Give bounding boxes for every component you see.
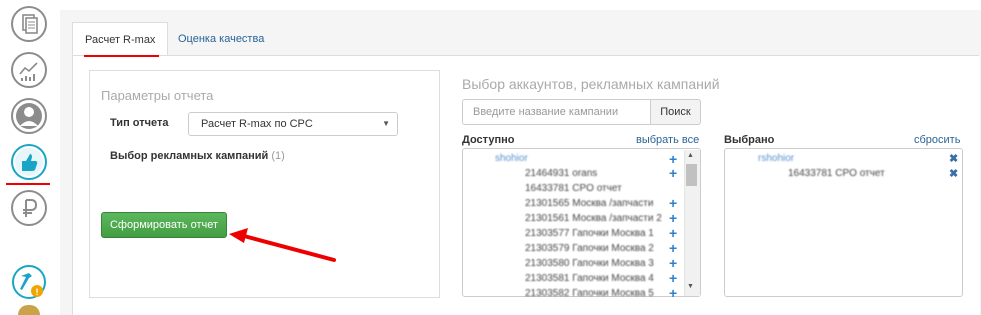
selected-label: Выбрано [724, 134, 775, 146]
list-item[interactable]: rshohior [758, 153, 794, 164]
add-icon[interactable]: + [669, 286, 677, 300]
add-icon[interactable]: + [669, 211, 677, 225]
list-item[interactable]: 21303581 Гапочки Москва 4 [525, 273, 654, 284]
list-item[interactable]: 21464931 orans [525, 168, 597, 179]
remove-icon[interactable]: ✖ [949, 168, 958, 180]
report-type-value: Расчет R-max по CPC [201, 118, 313, 130]
ruble-icon[interactable] [11, 190, 47, 226]
campaigns-selection-label: Выбор рекламных кампаний (1) [110, 150, 285, 162]
report-type-select[interactable]: Расчет R-max по CPC ▼ [188, 112, 398, 136]
list-item[interactable]: 21303579 Гапочки Москва 2 [525, 243, 654, 254]
add-icon[interactable]: + [669, 196, 677, 210]
add-icon[interactable]: + [669, 226, 677, 240]
list-item[interactable]: 21303582 Гапочки Москва 5 [525, 288, 654, 299]
tab-quality[interactable]: Оценка качества [166, 22, 276, 56]
campaigns-count: (1) [271, 150, 285, 162]
scroll-down-icon[interactable]: ▼ [687, 283, 694, 290]
tools-warning-icon[interactable]: ! [11, 264, 47, 300]
list-item[interactable]: 16433781 CPO отчет [788, 168, 885, 179]
svg-text:!: ! [36, 287, 39, 297]
list-item[interactable]: 21301565 Москва /запчасти [525, 198, 653, 209]
select-all-link[interactable]: выбрать все [636, 134, 699, 146]
params-title: Параметры отчета [101, 88, 214, 103]
campaign-search-input[interactable]: Введите название кампании [462, 99, 651, 125]
list-item[interactable]: 21303580 Гапочки Москва 3 [525, 258, 654, 269]
user-icon[interactable] [11, 98, 47, 134]
scroll-thumb[interactable] [686, 164, 697, 186]
active-tab-underline [84, 55, 159, 57]
add-icon[interactable]: + [669, 152, 677, 166]
tab-rmax[interactable]: Расчет R-max [72, 22, 169, 56]
list-item[interactable]: shohior [495, 153, 528, 164]
list-item[interactable]: 21303577 Гапочки Москва 1 [525, 228, 654, 239]
add-icon[interactable]: + [669, 256, 677, 270]
annotation-arrow [229, 228, 336, 262]
reset-link[interactable]: сбросить [914, 134, 960, 146]
list-item[interactable]: 21301561 Москва /запчасти 2 [525, 213, 662, 224]
thumbs-up-icon[interactable] [11, 144, 47, 180]
add-icon[interactable]: + [669, 241, 677, 255]
campaigns-label: Выбор рекламных кампаний [110, 150, 269, 162]
list-item[interactable]: 16433781 CPO отчет [525, 183, 622, 194]
search-button[interactable]: Поиск [650, 99, 701, 125]
scroll-up-icon[interactable]: ▲ [687, 152, 694, 159]
documents-icon[interactable] [11, 6, 47, 42]
partial-icon [18, 305, 40, 315]
selector-title: Выбор аккаунтов, рекламных кампаний [462, 76, 720, 92]
remove-icon[interactable]: ✖ [949, 153, 958, 165]
add-icon[interactable]: + [669, 271, 677, 285]
left-nav-rail: ! [0, 0, 58, 315]
chevron-down-icon: ▼ [382, 119, 390, 128]
available-label: Доступно [462, 134, 515, 146]
active-nav-indicator [6, 183, 50, 185]
report-type-label: Тип отчета [110, 117, 169, 129]
growth-chart-icon[interactable] [11, 52, 47, 88]
add-icon[interactable]: + [669, 166, 677, 180]
generate-report-button[interactable]: Сформировать отчет [101, 212, 227, 238]
